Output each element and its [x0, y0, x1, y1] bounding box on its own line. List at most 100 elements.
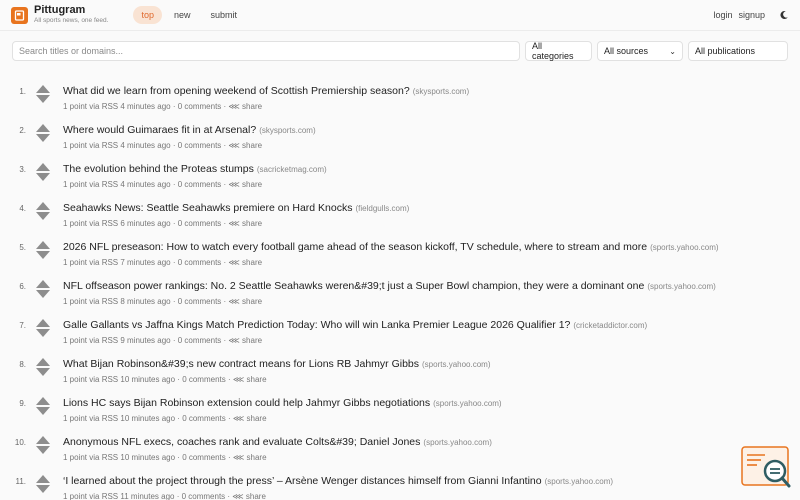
share-link[interactable]: ⋘ share	[228, 219, 262, 228]
nav-submit[interactable]: submit	[202, 6, 245, 24]
main-nav: top new submit	[133, 6, 249, 24]
item-title[interactable]: Galle Gallants vs Jaffna Kings Match Pre…	[63, 319, 570, 331]
downvote-icon[interactable]	[36, 485, 50, 493]
login-link[interactable]: login	[713, 10, 732, 20]
upvote-icon[interactable]	[36, 241, 50, 249]
item-domain[interactable]: (sports.yahoo.com)	[650, 243, 718, 252]
signup-link[interactable]: signup	[738, 10, 765, 20]
item-domain[interactable]: (fieldgulls.com)	[355, 204, 409, 213]
item-title[interactable]: 2026 NFL preseason: How to watch every f…	[63, 241, 647, 253]
upvote-icon[interactable]	[36, 85, 50, 93]
item-rank: 1.	[19, 87, 26, 96]
search-input[interactable]	[12, 41, 520, 61]
nav-new[interactable]: new	[166, 6, 199, 24]
sources-select[interactable]: All sources ⌄	[597, 41, 683, 61]
categories-select[interactable]: All categories	[525, 41, 592, 61]
share-link[interactable]: ⋘ share	[228, 141, 262, 150]
item-title[interactable]: The evolution behind the Proteas stumps	[63, 163, 254, 175]
upvote-icon[interactable]	[36, 397, 50, 405]
share-icon: ⋘	[228, 180, 240, 189]
chevron-down-icon: ⌄	[669, 46, 676, 56]
logo-icon[interactable]	[11, 6, 28, 24]
share-label: share	[245, 492, 266, 500]
upvote-icon[interactable]	[36, 163, 50, 171]
item-domain[interactable]: (skysports.com)	[259, 126, 315, 135]
share-label: share	[246, 453, 267, 462]
share-link[interactable]: ⋘ share	[228, 102, 262, 111]
share-link[interactable]: ⋘ share	[233, 414, 267, 423]
downvote-icon[interactable]	[36, 368, 50, 376]
comments-link[interactable]: 0 comments	[182, 492, 226, 500]
item-meta: 1 point via RSS 4 minutes ago · 0 commen…	[63, 102, 469, 111]
item-title[interactable]: NFL offseason power rankings: No. 2 Seat…	[63, 280, 644, 292]
comments-link[interactable]: 0 comments	[178, 297, 222, 306]
item-title[interactable]: ‘I learned about the project through the…	[63, 475, 542, 487]
item-domain[interactable]: (sports.yahoo.com)	[422, 360, 490, 369]
item-title[interactable]: Anonymous NFL execs, coaches rank and ev…	[63, 436, 420, 448]
item-domain[interactable]: (sports.yahoo.com)	[545, 477, 613, 486]
brand-tagline: All sports news, one feed.	[34, 17, 109, 25]
item-title[interactable]: Seahawks News: Seattle Seahawks premiere…	[63, 202, 352, 214]
item-title[interactable]: What Bijan Robinson&#39;s new contract m…	[63, 358, 419, 370]
publications-select[interactable]: All publications	[688, 41, 788, 61]
item-domain[interactable]: (skysports.com)	[413, 87, 469, 96]
upvote-icon[interactable]	[36, 124, 50, 132]
downvote-icon[interactable]	[36, 95, 50, 103]
comments-link[interactable]: 0 comments	[178, 258, 222, 267]
downvote-icon[interactable]	[36, 173, 50, 181]
search-document-icon[interactable]	[741, 446, 793, 490]
item-meta-text: 1 point via RSS 4 minutes ago	[63, 102, 171, 111]
item-domain[interactable]: (sports.yahoo.com)	[433, 399, 501, 408]
upvote-icon[interactable]	[36, 280, 50, 288]
item-content: What did we learn from opening weekend o…	[63, 80, 469, 119]
downvote-icon[interactable]	[36, 290, 50, 298]
comments-link[interactable]: 0 comments	[178, 180, 222, 189]
comments-link[interactable]: 0 comments	[182, 375, 226, 384]
downvote-icon[interactable]	[36, 446, 50, 454]
share-icon: ⋘	[232, 453, 245, 462]
item-domain[interactable]: (sports.yahoo.com)	[423, 438, 491, 447]
vote-control	[36, 353, 54, 392]
list-item: 8. What Bijan Robinson&#39;s new contract…	[0, 353, 800, 392]
brand-name[interactable]: Pittugram	[34, 5, 108, 16]
upvote-icon[interactable]	[36, 475, 50, 483]
share-icon: ⋘	[228, 219, 240, 228]
share-label: share	[242, 219, 263, 228]
upvote-icon[interactable]	[36, 436, 50, 444]
share-link[interactable]: ⋘ share	[233, 375, 267, 384]
comments-link[interactable]: 0 comments	[178, 102, 222, 111]
item-domain[interactable]: (sports.yahoo.com)	[647, 282, 715, 291]
downvote-icon[interactable]	[36, 251, 50, 259]
upvote-icon[interactable]	[36, 319, 50, 327]
share-icon: ⋘	[228, 141, 240, 150]
title-line: ‘I learned about the project through the…	[63, 470, 613, 488]
item-title[interactable]: Lions HC says Bijan Robinson extension c…	[63, 397, 430, 409]
item-title[interactable]: What did we learn from opening weekend o…	[63, 85, 410, 97]
moon-icon[interactable]	[779, 10, 789, 20]
upvote-icon[interactable]	[36, 358, 50, 366]
list-item: 1. What did we learn from opening weekend…	[0, 80, 800, 119]
upvote-icon[interactable]	[36, 202, 50, 210]
comments-link[interactable]: 0 comments	[178, 336, 222, 345]
item-title[interactable]: Where would Guimaraes fit in at Arsenal?	[63, 124, 256, 136]
downvote-icon[interactable]	[36, 329, 50, 337]
separator: ·	[225, 453, 233, 462]
item-rank: 8.	[19, 360, 26, 369]
share-link[interactable]: ⋘ share	[228, 336, 262, 345]
comments-link[interactable]: 0 comments	[178, 219, 222, 228]
share-link[interactable]: ⋘ share	[233, 453, 267, 462]
nav-top[interactable]: top	[133, 6, 162, 24]
item-domain[interactable]: (sacricketmag.com)	[257, 165, 327, 174]
vote-control	[36, 275, 54, 314]
item-domain[interactable]: (cricketaddictor.com)	[573, 321, 647, 330]
comments-link[interactable]: 0 comments	[182, 453, 226, 462]
share-link[interactable]: ⋘ share	[228, 180, 262, 189]
share-link[interactable]: ⋘ share	[228, 297, 262, 306]
share-link[interactable]: ⋘ share	[232, 492, 266, 500]
comments-link[interactable]: 0 comments	[182, 414, 226, 423]
downvote-icon[interactable]	[36, 407, 50, 415]
share-link[interactable]: ⋘ share	[228, 258, 262, 267]
comments-link[interactable]: 0 comments	[178, 141, 222, 150]
downvote-icon[interactable]	[36, 134, 50, 142]
downvote-icon[interactable]	[36, 212, 50, 220]
